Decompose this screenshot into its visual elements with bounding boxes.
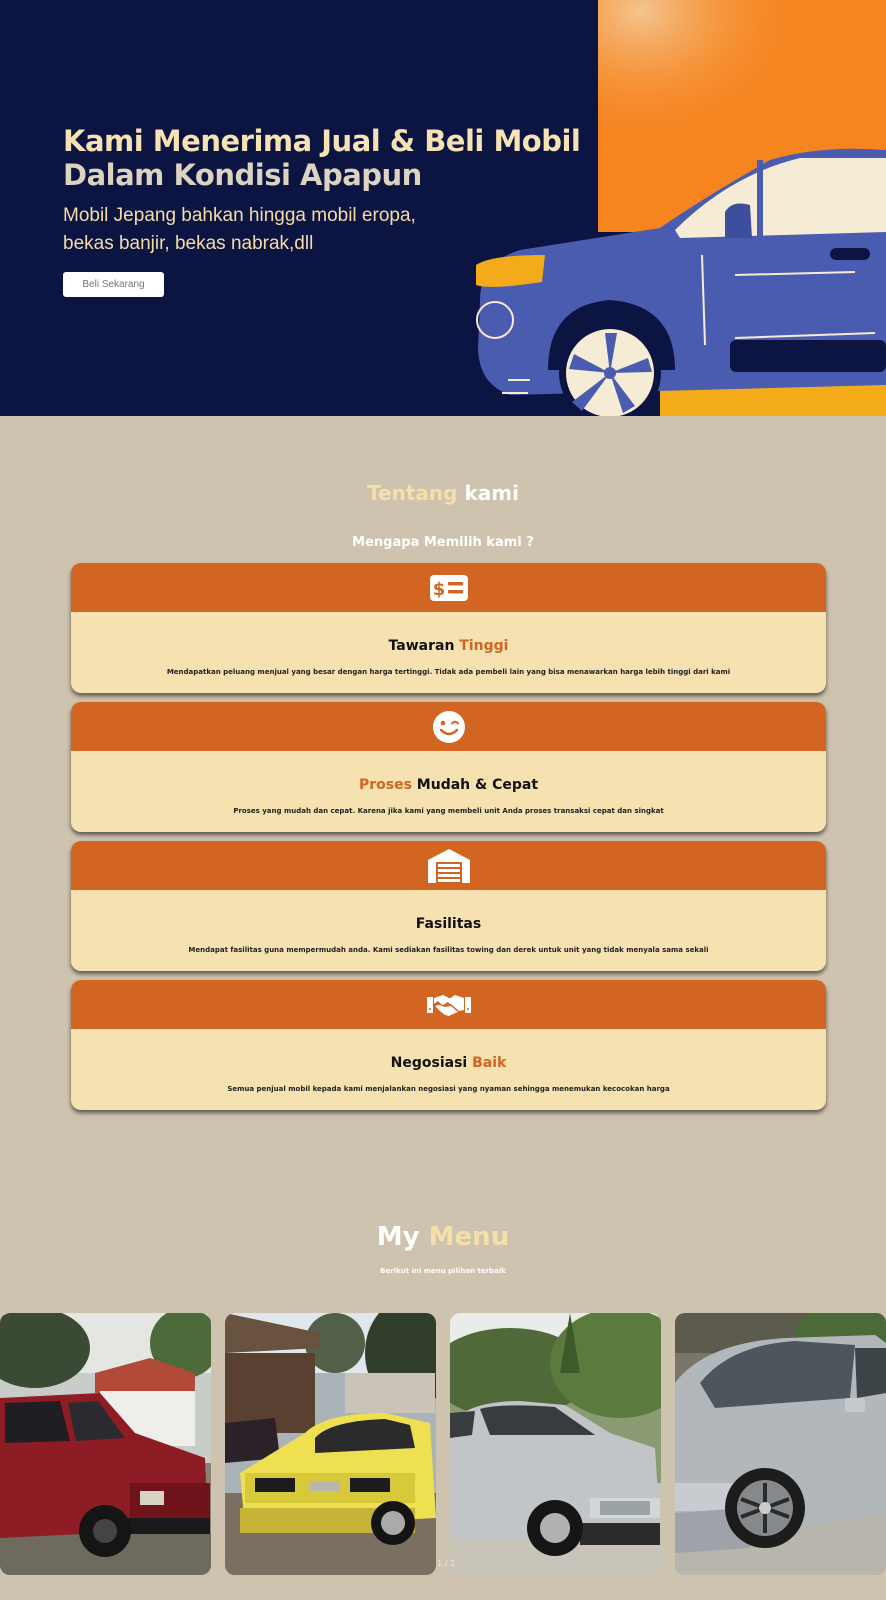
feature-card-high-offer: $ Tawaran Tinggi Mendapatkan peluang men…: [71, 563, 826, 693]
card-header: [71, 841, 826, 890]
hero-title-line1: Kami Menerima Jual & Beli Mobil: [63, 124, 581, 158]
feature-card-facilities: Fasilitas Mendapat fasilitas guna memper…: [71, 841, 826, 971]
card-title-part1: Negosiasi: [390, 1055, 468, 1071]
card-title-part1: Proses: [358, 777, 412, 793]
warehouse-icon: [427, 848, 470, 883]
red-van-photo[interactable]: [0, 1313, 211, 1575]
hero-subtitle-line2: bekas banjir, bekas nabrak,dll: [63, 233, 314, 254]
feature-card-easy-process: Proses Mudah & Cepat Proses yang mudah d…: [71, 702, 826, 832]
card-description: Mendapatkan peluang menjual yang besar d…: [166, 668, 731, 676]
svg-text:$: $: [432, 579, 445, 600]
menu-subtitle: Berikut ini menu pilihan terbaik: [380, 1267, 506, 1275]
silver-coupe-photo[interactable]: [675, 1313, 886, 1575]
card-header: $: [71, 563, 826, 612]
feature-card-negotiation: Negosiasi Baik Semua penjual mobil kepad…: [71, 980, 826, 1110]
handshake-icon: [426, 994, 471, 1016]
about-title: Tentang kami: [0, 481, 886, 505]
menu-title-part2: Menu: [428, 1222, 510, 1252]
card-header: [71, 702, 826, 751]
card-description: Proses yang mudah dan cepat. Karena jika…: [233, 807, 664, 815]
card-title-part2: Mudah & Cepat: [416, 777, 539, 793]
card-title-part2: Baik: [472, 1055, 507, 1071]
card-title: Fasilitas: [71, 916, 826, 932]
hero-title-line2: Dalam Kondisi Apapun: [63, 158, 422, 192]
hero-title: Kami Menerima Jual & Beli Mobil Dalam Ko…: [63, 124, 623, 192]
yellow-sedan-photo[interactable]: [225, 1313, 436, 1575]
smile-wink-icon: [432, 710, 465, 743]
hero-subtitle-line1: Mobil Jepang bahkan hingga mobil eropa,: [63, 205, 416, 226]
menu-title: My Menu: [0, 1222, 886, 1252]
card-title: Negosiasi Baik: [71, 1055, 826, 1071]
card-title-part1: Fasilitas: [415, 916, 482, 932]
card-title-part1: Tawaran: [388, 638, 455, 654]
buy-now-button[interactable]: Beli Sekarang: [63, 272, 164, 297]
card-title: Tawaran Tinggi: [71, 638, 826, 654]
card-title-part2: Tinggi: [459, 638, 509, 654]
card-title: Proses Mudah & Cepat: [71, 777, 826, 793]
hero-subtitle: Mobil Jepang bahkan hingga mobil eropa, …: [63, 202, 623, 258]
card-header: [71, 980, 826, 1029]
about-title-part1: Tentang: [367, 481, 458, 505]
car-gallery: [0, 1313, 886, 1575]
card-description: Semua penjual mobil kepada kami menjalan…: [227, 1085, 670, 1093]
hero-banner: Kami Menerima Jual & Beli Mobil Dalam Ko…: [0, 0, 886, 416]
menu-title-part1: My: [376, 1222, 420, 1252]
hero-text: Kami Menerima Jual & Beli Mobil Dalam Ko…: [63, 124, 623, 297]
money-bill-icon: $: [429, 574, 468, 601]
about-title-part2: kami: [464, 481, 519, 505]
card-description: Mendapat fasilitas guna mempermudah anda…: [188, 946, 709, 954]
about-subtitle: Mengapa Memilih kami ?: [352, 535, 534, 550]
gallery-pagination[interactable]: 1 / 2: [437, 1559, 455, 1568]
silver-sedan-photo[interactable]: [450, 1313, 661, 1575]
